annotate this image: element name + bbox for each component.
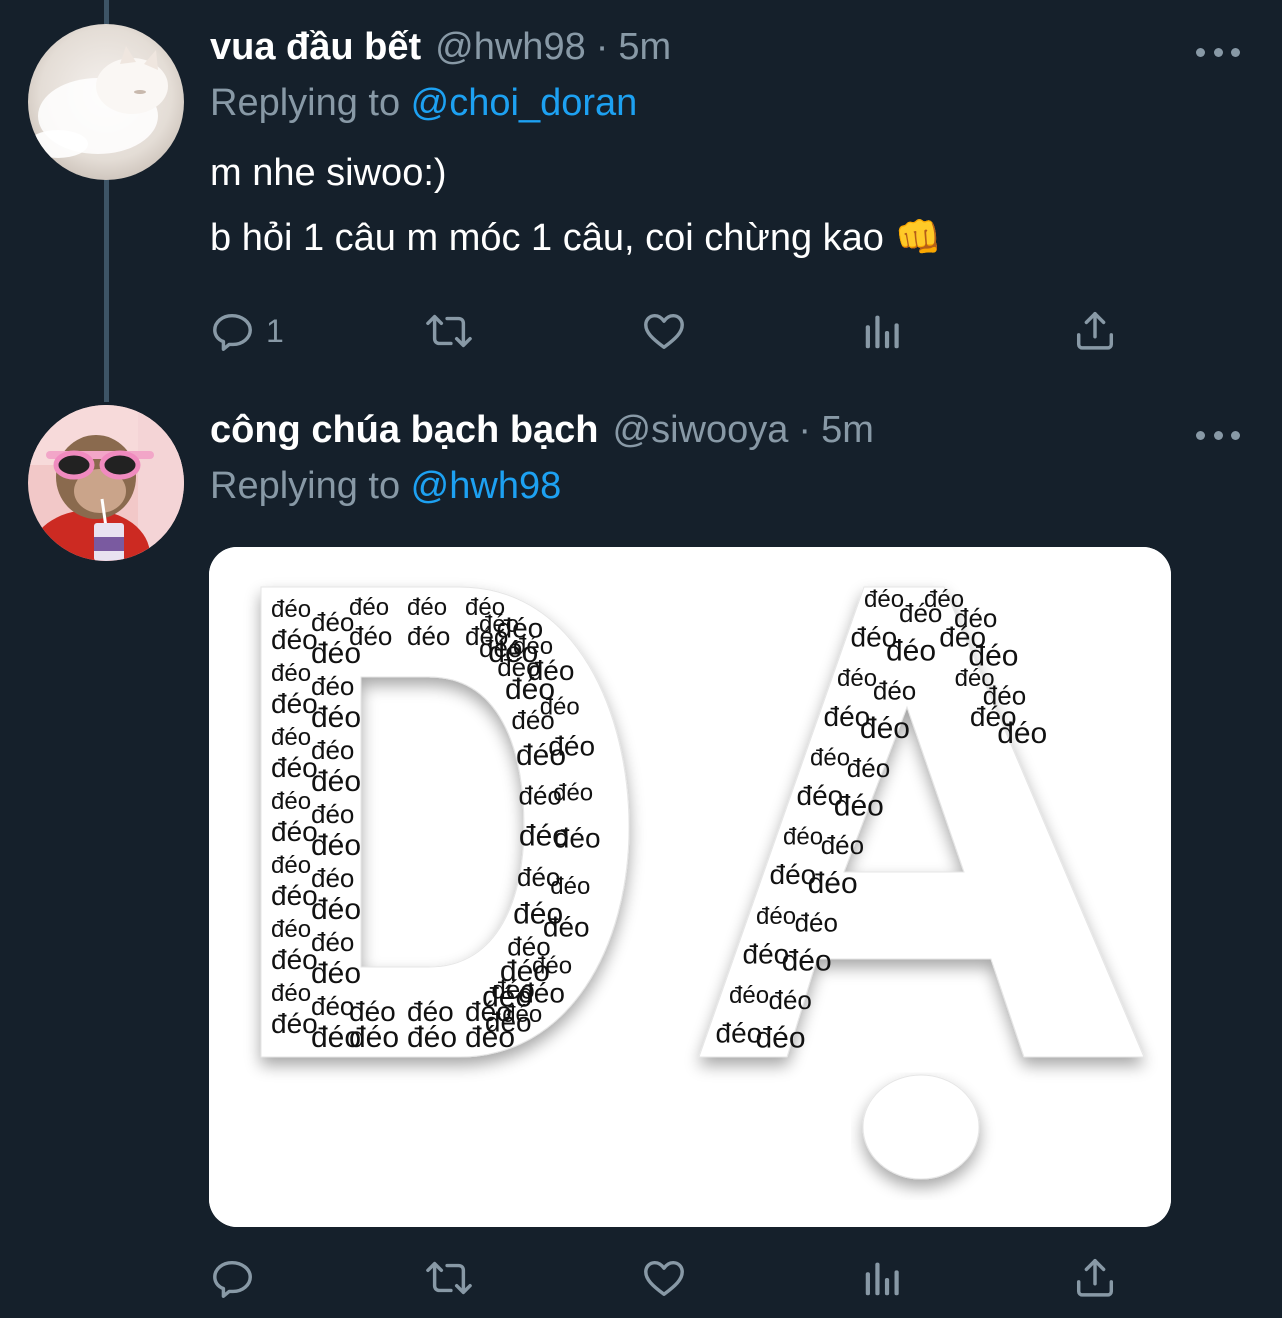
user-handle[interactable]: @siwooya <box>613 409 789 452</box>
media-word: đéo <box>311 765 361 798</box>
media-word: đéo <box>756 903 796 930</box>
media-word: đéo <box>821 830 864 860</box>
media-word: đéo <box>271 660 311 687</box>
timestamp[interactable]: 5m <box>821 409 874 452</box>
media-word: đéo <box>271 788 311 815</box>
media-word: đéo <box>482 981 532 1014</box>
tweet[interactable]: vua đầu bết @hwh98 · 5m Replying to @cho… <box>0 0 1282 395</box>
replying-to: Replying to @choi_doran <box>210 82 637 125</box>
replying-prefix: Replying to <box>210 82 411 124</box>
reply-button[interactable]: 1 <box>210 306 284 356</box>
separator: · <box>798 409 812 451</box>
media-word: đéo <box>517 862 560 892</box>
media-word: đéo <box>271 596 311 623</box>
media-word: đéo <box>519 781 562 811</box>
share-icon <box>1072 308 1118 354</box>
media-word: đéo <box>513 897 563 930</box>
heart-icon <box>640 308 688 354</box>
media-word: đéo <box>795 908 838 938</box>
tweet[interactable]: công chúa bạch bạch @siwooya · 5m Replyi… <box>0 395 1282 1318</box>
media-word: đéo <box>271 852 311 879</box>
media-word: đéo <box>886 635 936 668</box>
media-word: đéo <box>810 744 850 771</box>
media-word: đéo <box>271 724 311 751</box>
replying-to: Replying to @hwh98 <box>210 465 561 508</box>
dot-shape <box>862 1074 980 1180</box>
separator: · <box>595 26 609 68</box>
heart-icon <box>640 1255 688 1301</box>
media-word: đéo <box>271 916 311 943</box>
display-name[interactable]: vua đầu bết <box>210 26 421 69</box>
share-button[interactable] <box>1072 306 1118 356</box>
media-word: đéo <box>997 717 1047 750</box>
reply-button[interactable] <box>210 1253 256 1303</box>
retweet-button[interactable] <box>422 1253 476 1303</box>
reply-icon <box>210 308 256 354</box>
media-word: đéo <box>782 944 832 977</box>
media-word: đéo <box>349 594 389 621</box>
media-word: đéo <box>847 753 890 783</box>
tweet-header: vua đầu bết @hwh98 · 5m <box>210 26 671 78</box>
media-word: đéo <box>756 1022 806 1055</box>
like-button[interactable] <box>640 1253 688 1303</box>
user-handle[interactable]: @hwh98 <box>435 26 586 69</box>
media-word: đéo <box>783 824 823 851</box>
like-button[interactable] <box>640 306 688 356</box>
media-word: đéo <box>516 739 566 772</box>
display-name[interactable]: công chúa bạch bạch <box>210 409 599 452</box>
retweet-icon <box>422 308 476 354</box>
tweet-text-line: b hỏi 1 câu m móc 1 câu, coi chừng kao 👊 <box>210 217 942 259</box>
tweet-media-image[interactable]: đéo đéo đéo đéo đéo đéo đéo đéo đéo đéo đéo đéo đéo đ… <box>209 547 1171 1227</box>
media-word: đéo <box>311 957 361 990</box>
media-word: đéo <box>349 1021 399 1054</box>
media-word: đéo <box>808 867 858 900</box>
media-word: đéo <box>311 701 361 734</box>
reply-count: 1 <box>266 312 284 349</box>
media-word: đéo <box>311 829 361 862</box>
tweet-header: công chúa bạch bạch @siwooya · 5m <box>210 409 874 461</box>
media-word: đéo <box>837 665 877 692</box>
reply-icon <box>210 1255 256 1301</box>
media-word: đéo <box>519 820 569 853</box>
media-word: đéo <box>860 712 910 745</box>
avatar[interactable] <box>28 405 184 561</box>
media-word: đéo <box>407 1021 457 1054</box>
replying-prefix: Replying to <box>210 465 411 507</box>
media-word: đéo <box>729 982 769 1009</box>
media-word: đéo <box>311 893 361 926</box>
media-word: đéo <box>271 980 311 1007</box>
media-word: đéo <box>873 675 916 705</box>
media-word: đéo <box>769 985 812 1015</box>
mention-link[interactable]: @hwh98 <box>411 465 562 507</box>
media-word: đéo <box>407 594 447 621</box>
media-word: đéo <box>349 621 392 651</box>
tweet-actions <box>210 1253 1130 1303</box>
share-button[interactable] <box>1072 1253 1118 1303</box>
more-icon[interactable] <box>1196 425 1240 445</box>
retweet-icon <box>422 1255 476 1301</box>
share-icon <box>1072 1255 1118 1301</box>
more-icon[interactable] <box>1196 42 1240 62</box>
tweet-actions: 1 <box>210 306 1130 356</box>
media-word: đéo <box>407 621 450 651</box>
timestamp[interactable]: 5m <box>618 26 671 69</box>
media-word: đéo <box>834 790 884 823</box>
mention-link[interactable]: @choi_doran <box>411 82 638 124</box>
retweet-button[interactable] <box>422 306 476 356</box>
analytics-icon <box>860 308 906 354</box>
analytics-icon <box>860 1255 906 1301</box>
analytics-button[interactable] <box>860 1253 906 1303</box>
avatar[interactable] <box>28 24 184 180</box>
analytics-button[interactable] <box>860 306 906 356</box>
tweet-text-line: m nhe siwoo:) <box>210 152 447 194</box>
